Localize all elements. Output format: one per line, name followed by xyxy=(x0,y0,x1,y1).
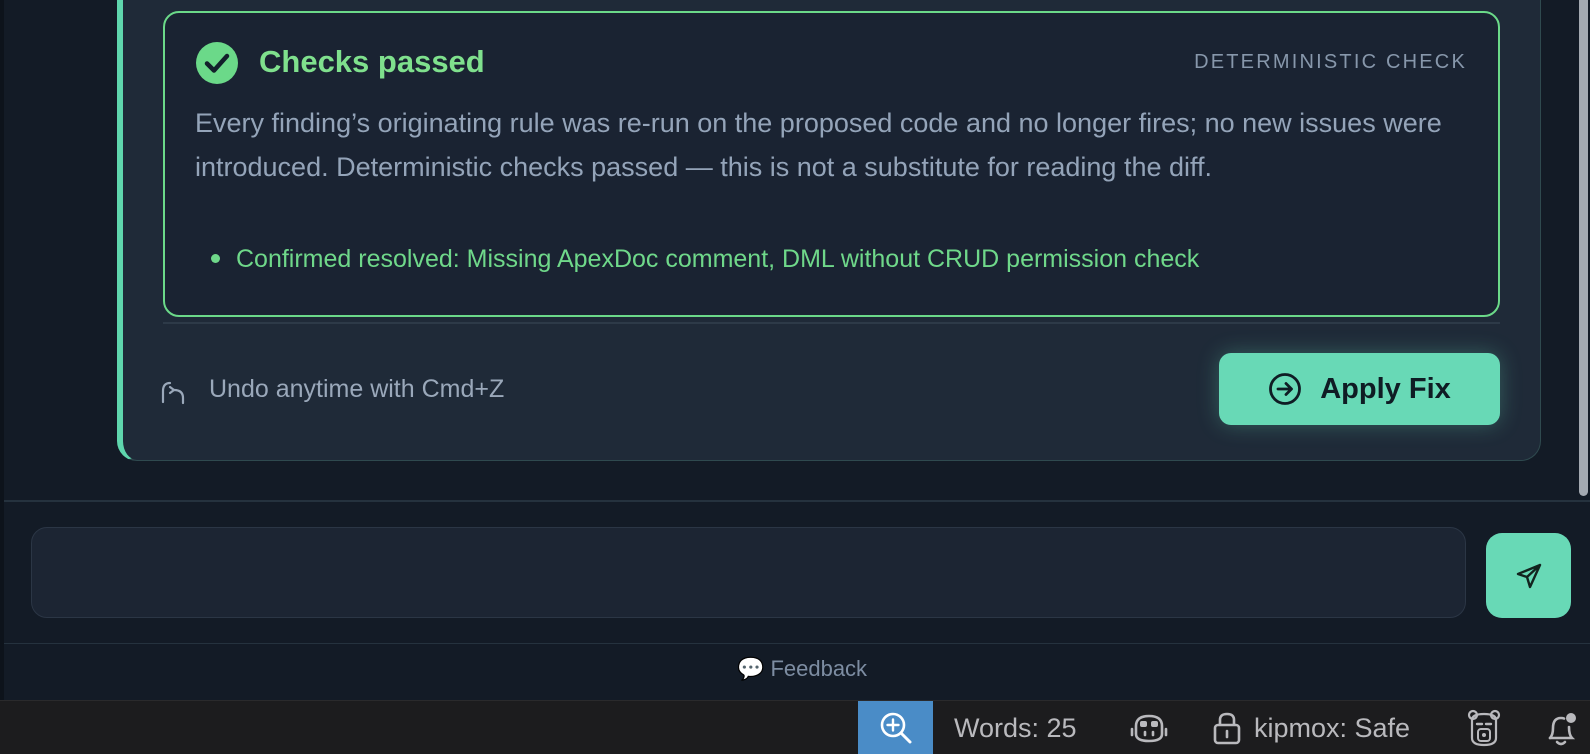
check-circle-icon xyxy=(196,42,238,84)
scrollbar-track[interactable] xyxy=(1576,0,1590,500)
checks-title: Checks passed xyxy=(259,44,485,79)
arrow-circle-right-icon xyxy=(1269,373,1302,405)
bullet-dot xyxy=(211,253,220,263)
word-count[interactable]: Words: 25 xyxy=(954,713,1077,744)
deterministic-check-label: DETERMINISTIC CHECK xyxy=(1194,51,1467,73)
copilot-icon[interactable] xyxy=(1130,712,1168,744)
send-button[interactable] xyxy=(1486,533,1571,618)
resolved-text: Confirmed resolved: Missing ApexDoc comm… xyxy=(236,245,1200,273)
apply-fix-button[interactable]: Apply Fix xyxy=(1219,353,1500,425)
zoom-in-icon xyxy=(880,712,911,744)
message-input[interactable] xyxy=(31,527,1466,618)
bell-icon[interactable] xyxy=(1543,708,1579,748)
feedback-link[interactable]: 💬 Feedback xyxy=(0,656,1590,682)
status-bar: Words: 25 kipmox: Safe xyxy=(0,700,1590,754)
undo-hint: Undo anytime with Cmd+Z xyxy=(209,375,505,403)
kipmox-status[interactable]: kipmox: Safe xyxy=(1254,713,1410,744)
send-icon xyxy=(1516,563,1541,588)
lock-icon xyxy=(1213,712,1241,745)
feedback-separator xyxy=(4,643,1590,644)
checks-description: Every finding’s originating rule was re-… xyxy=(195,108,1442,182)
app-window: Checks passed DETERMINISTIC CHECK Every … xyxy=(0,0,1590,754)
scrollbar-thumb[interactable] xyxy=(1579,0,1588,496)
undo-icon xyxy=(161,381,185,405)
resolved-list-item: Confirmed resolved: Missing ApexDoc comm… xyxy=(195,245,1199,274)
robot-icon[interactable] xyxy=(1466,708,1502,748)
checks-passed-panel: Checks passed DETERMINISTIC CHECK Every … xyxy=(163,11,1500,317)
apply-fix-label: Apply Fix xyxy=(1320,372,1451,405)
card-divider xyxy=(163,322,1500,324)
composer-separator xyxy=(4,500,1590,502)
zoom-button[interactable] xyxy=(858,701,933,754)
